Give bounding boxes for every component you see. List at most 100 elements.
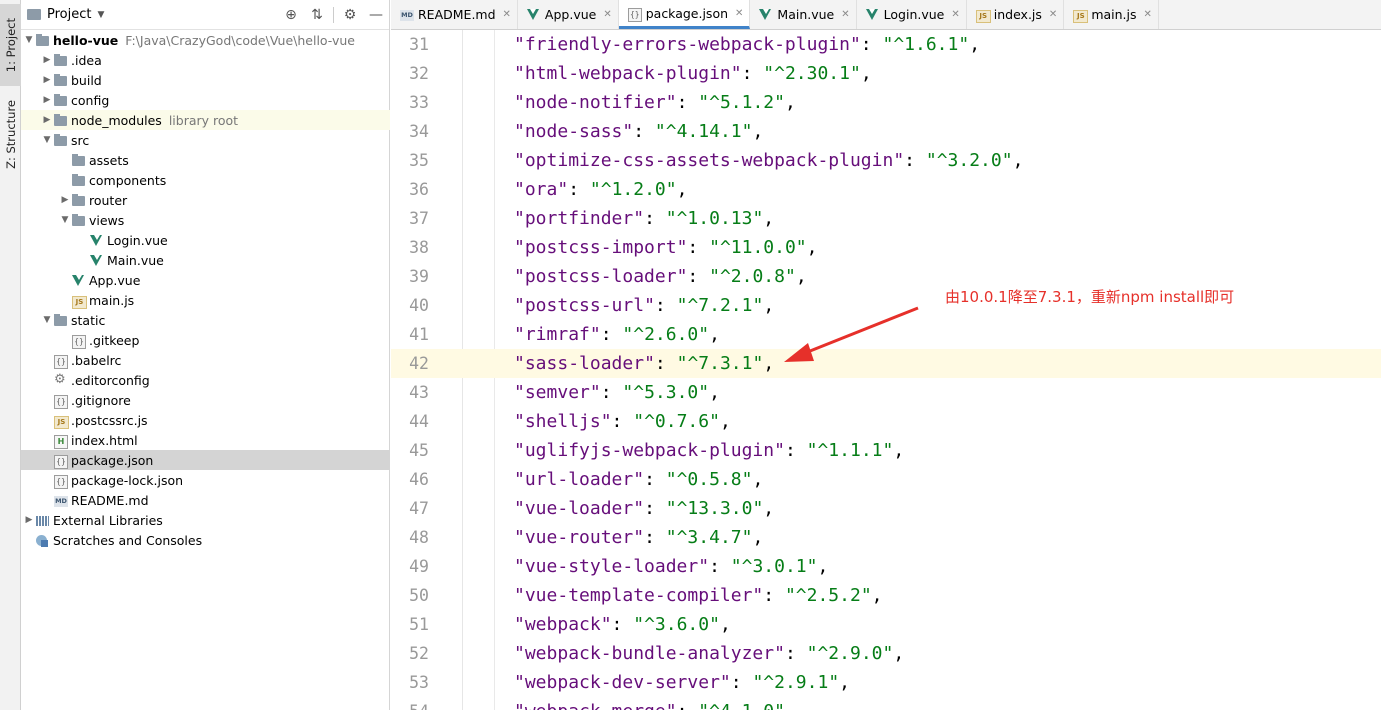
chevron-right-icon[interactable]: ▶	[41, 55, 53, 65]
tab-package-json[interactable]: package.json ✕	[618, 0, 751, 29]
tree-item-package-lock-json[interactable]: package-lock.json	[21, 470, 390, 490]
chevron-right-icon[interactable]: ▶	[23, 515, 35, 525]
tree-item-package-json[interactable]: package.json	[21, 450, 390, 470]
annotation-arrow	[784, 306, 919, 362]
quote: "	[730, 63, 742, 84]
code-line: 46 "url-loader": "^0.5.8",	[391, 465, 1381, 494]
json-value: ^5.1.2	[709, 92, 775, 113]
tree-item-static[interactable]: ▼ static	[21, 310, 390, 330]
tree-item-external-libraries[interactable]: ▶ External Libraries	[21, 510, 390, 530]
project-view-selector[interactable]: Project	[47, 7, 91, 22]
tree-item-babelrc[interactable]: .babelrc	[21, 350, 390, 370]
tree-item-label: .babelrc	[71, 352, 122, 368]
project-tool-tab[interactable]: 1: Project	[0, 4, 21, 86]
tree-item-editorconfig[interactable]: .editorconfig	[21, 370, 390, 390]
quote: "	[644, 295, 655, 316]
close-icon[interactable]: ✕	[603, 9, 611, 20]
json-key: html-webpack-plugin	[524, 63, 731, 84]
tree-item-gitignore[interactable]: .gitignore	[21, 390, 390, 410]
tree-item-main-vue[interactable]: Main.vue	[21, 250, 390, 270]
comma: ,	[817, 556, 829, 577]
close-icon[interactable]: ✕	[1144, 9, 1152, 20]
collapse-all-icon[interactable]: ⇅	[304, 0, 330, 30]
json-key: optimize-css-assets-webpack-plugin	[524, 150, 894, 171]
json-key: vue-style-loader	[524, 556, 699, 577]
close-icon[interactable]: ✕	[1049, 9, 1057, 20]
quote: "	[665, 498, 677, 519]
json-key: shelljs	[524, 411, 601, 432]
tab-app-vue[interactable]: App.vue ✕	[518, 0, 619, 29]
tree-item-src[interactable]: ▼ src	[21, 130, 390, 150]
chevron-down-icon[interactable]: ▼	[41, 315, 53, 325]
quote: "	[676, 237, 688, 258]
locate-file-icon[interactable]: ⊕	[278, 0, 304, 30]
tree-item-gitkeep[interactable]: .gitkeep	[21, 330, 390, 350]
tree-item-app-vue[interactable]: App.vue	[21, 270, 390, 290]
tree-item-hello-vue[interactable]: ▼ hello-vue F:\Java\CrazyGod\code\Vue\hell…	[21, 30, 390, 50]
annotation-arrow-head	[784, 343, 814, 362]
gear-icon[interactable]: ⚙	[337, 0, 363, 30]
tree-item-views[interactable]: ▼ views	[21, 210, 390, 230]
quote: "	[514, 498, 525, 519]
code-text: "webpack-bundle-analyzer": "^2.9.0",	[514, 639, 904, 668]
minimize-icon[interactable]: —	[363, 0, 389, 30]
tab-main-js[interactable]: main.js ✕	[1064, 0, 1159, 29]
colon: :	[644, 208, 666, 229]
tree-item-postcssrc-js[interactable]: .postcssrc.js	[21, 410, 390, 430]
close-icon[interactable]: ✕	[951, 9, 959, 20]
tree-item-label: components	[89, 172, 167, 188]
quote: "	[752, 208, 764, 229]
chevron-right-icon[interactable]: ▶	[41, 75, 53, 85]
tab-index-js[interactable]: index.js ✕	[967, 0, 1065, 29]
line-number: 45	[409, 441, 429, 460]
chevron-down-icon[interactable]: ▼	[23, 35, 35, 45]
tree-item-readme-md[interactable]: README.md	[21, 490, 390, 510]
quote: "	[557, 179, 569, 200]
json-value: ^0.5.8	[676, 469, 742, 490]
tree-item-main-js[interactable]: main.js	[21, 290, 390, 310]
tree-item-login-vue[interactable]: Login.vue	[21, 230, 390, 250]
tree-item-label: index.html	[71, 432, 138, 448]
tree-item-build[interactable]: ▶ build	[21, 70, 390, 90]
close-icon[interactable]: ✕	[503, 9, 511, 20]
quote: "	[730, 556, 742, 577]
chevron-down-icon[interactable]: ▼	[59, 215, 71, 225]
code-text: "html-webpack-plugin": "^2.30.1",	[514, 59, 872, 88]
comma: ,	[1012, 150, 1024, 171]
quote: "	[882, 643, 894, 664]
colon: :	[709, 556, 731, 577]
chevron-down-icon[interactable]: ▼	[97, 10, 104, 20]
tab-readme-md[interactable]: README.md ✕	[391, 0, 518, 29]
tree-item-scratches-and-consoles[interactable]: Scratches and Consoles	[21, 530, 390, 550]
chevron-right-icon[interactable]: ▶	[59, 195, 71, 205]
colon: :	[741, 63, 764, 84]
json-value: ^1.6.1	[893, 34, 959, 55]
line-number: 47	[409, 499, 429, 518]
chevron-right-icon[interactable]: ▶	[41, 115, 53, 125]
quote: "	[784, 585, 796, 606]
colon: :	[904, 150, 926, 171]
code-line: 49 "vue-style-loader": "^3.0.1",	[391, 552, 1381, 581]
tree-item-node-modules[interactable]: ▶ node_modules library root	[21, 110, 390, 130]
json-value: ^1.0.13	[676, 208, 753, 229]
colon: :	[730, 672, 753, 693]
tree-item-router[interactable]: ▶ router	[21, 190, 390, 210]
chevron-right-icon[interactable]: ▶	[41, 95, 53, 105]
structure-tool-tab[interactable]: Z: Structure	[0, 92, 21, 176]
colon: :	[784, 440, 807, 461]
close-icon[interactable]: ✕	[841, 9, 849, 20]
tree-item-config[interactable]: ▶ config	[21, 90, 390, 110]
code-text: "webpack": "^3.6.0",	[514, 610, 731, 639]
tree-item-index-html[interactable]: index.html	[21, 430, 390, 450]
close-icon[interactable]: ✕	[735, 8, 743, 19]
tree-item-components[interactable]: components	[21, 170, 390, 190]
quote: "	[622, 324, 634, 345]
quote: "	[774, 440, 785, 461]
tree-item-idea[interactable]: ▶ .idea	[21, 50, 390, 70]
tab-login-vue[interactable]: Login.vue ✕	[857, 0, 967, 29]
quote: "	[676, 266, 688, 287]
tree-item-assets[interactable]: assets	[21, 150, 390, 170]
tab-main-vue[interactable]: Main.vue ✕	[750, 0, 857, 29]
chevron-down-icon[interactable]: ▼	[41, 135, 53, 145]
tree-item-label: .gitignore	[71, 392, 131, 408]
